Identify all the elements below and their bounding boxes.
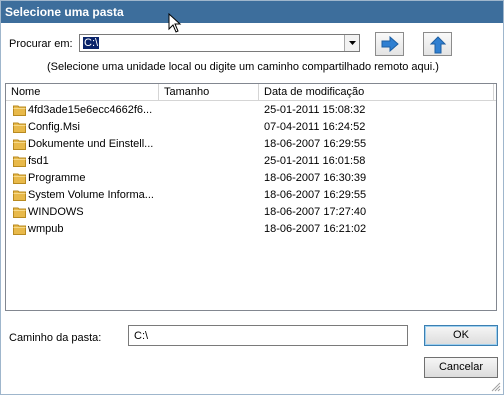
- arrow-right-icon: [381, 36, 399, 52]
- file-name: 4fd3ade15e6ecc4662f6...: [28, 104, 153, 116]
- folder-path-label: Caminho da pasta:: [9, 332, 102, 344]
- folder-path-input[interactable]: [128, 325, 408, 346]
- list-item[interactable]: Config.Msi 07-04-2011 16:24:52: [6, 119, 496, 136]
- window-title: Selecione uma pasta: [5, 5, 124, 19]
- column-header-name[interactable]: Nome: [6, 84, 159, 100]
- modified-date: 25-01-2011 15:08:32: [264, 104, 366, 116]
- chevron-down-icon[interactable]: [344, 35, 359, 51]
- file-name: fsd1: [28, 155, 49, 167]
- file-name: Programme: [28, 172, 86, 184]
- list-header: Nome Tamanho Data de modificação: [6, 84, 496, 101]
- file-name: wmpub: [28, 223, 64, 235]
- folder-icon: [13, 207, 26, 218]
- file-name: Dokumente und Einstell...: [28, 138, 154, 150]
- modified-date: 18-06-2007 17:27:40: [264, 206, 367, 218]
- up-folder-button[interactable]: [423, 32, 452, 56]
- modified-date: 07-04-2011 16:24:52: [264, 121, 366, 133]
- modified-date: 25-01-2011 16:01:58: [264, 155, 366, 167]
- modified-date: 18-06-2007 16:29:55: [264, 189, 367, 201]
- select-folder-dialog: Selecione uma pasta Procurar em: C:\ (Se…: [0, 0, 504, 395]
- folder-icon: [13, 173, 26, 184]
- modified-date: 18-06-2007 16:21:02: [264, 223, 367, 235]
- modified-date: 18-06-2007 16:30:39: [264, 172, 367, 184]
- hint-text: (Selecione uma unidade local ou digite u…: [47, 61, 439, 73]
- column-header-date[interactable]: Data de modificação: [259, 84, 494, 100]
- file-list[interactable]: Nome Tamanho Data de modificação 4fd3ade…: [5, 83, 497, 311]
- column-header-spacer: [494, 84, 499, 100]
- list-item[interactable]: wmpub 18-06-2007 16:21:02: [6, 221, 496, 238]
- column-header-size[interactable]: Tamanho: [159, 84, 259, 100]
- look-in-value: C:\: [83, 37, 100, 49]
- file-name: Config.Msi: [28, 121, 80, 133]
- cancel-button[interactable]: Cancelar: [424, 357, 498, 378]
- folder-icon: [13, 105, 26, 116]
- resize-grip-icon[interactable]: [491, 382, 501, 392]
- list-item[interactable]: Dokumente und Einstell... 18-06-2007 16:2…: [6, 136, 496, 153]
- folder-icon: [13, 224, 26, 235]
- list-item[interactable]: WINDOWS 18-06-2007 17:27:40: [6, 204, 496, 221]
- modified-date: 18-06-2007 16:29:55: [264, 138, 367, 150]
- file-name: System Volume Informa...: [28, 189, 154, 201]
- list-item[interactable]: Programme 18-06-2007 16:30:39: [6, 170, 496, 187]
- folder-icon: [13, 190, 26, 201]
- folder-icon: [13, 156, 26, 167]
- folder-icon: [13, 139, 26, 150]
- forward-button[interactable]: [375, 32, 404, 56]
- look-in-label: Procurar em:: [9, 38, 73, 50]
- look-in-dropdown[interactable]: C:\: [79, 34, 360, 52]
- folder-up-icon: [429, 36, 447, 54]
- list-item[interactable]: 4fd3ade15e6ecc4662f6... 25-01-2011 15:08:…: [6, 102, 496, 119]
- list-item[interactable]: fsd1 25-01-2011 16:01:58: [6, 153, 496, 170]
- title-bar[interactable]: Selecione uma pasta: [1, 1, 503, 23]
- mouse-cursor-icon: [168, 13, 182, 33]
- file-name: WINDOWS: [28, 206, 84, 218]
- list-item[interactable]: System Volume Informa... 18-06-2007 16:29…: [6, 187, 496, 204]
- ok-button[interactable]: OK: [424, 325, 498, 346]
- folder-icon: [13, 122, 26, 133]
